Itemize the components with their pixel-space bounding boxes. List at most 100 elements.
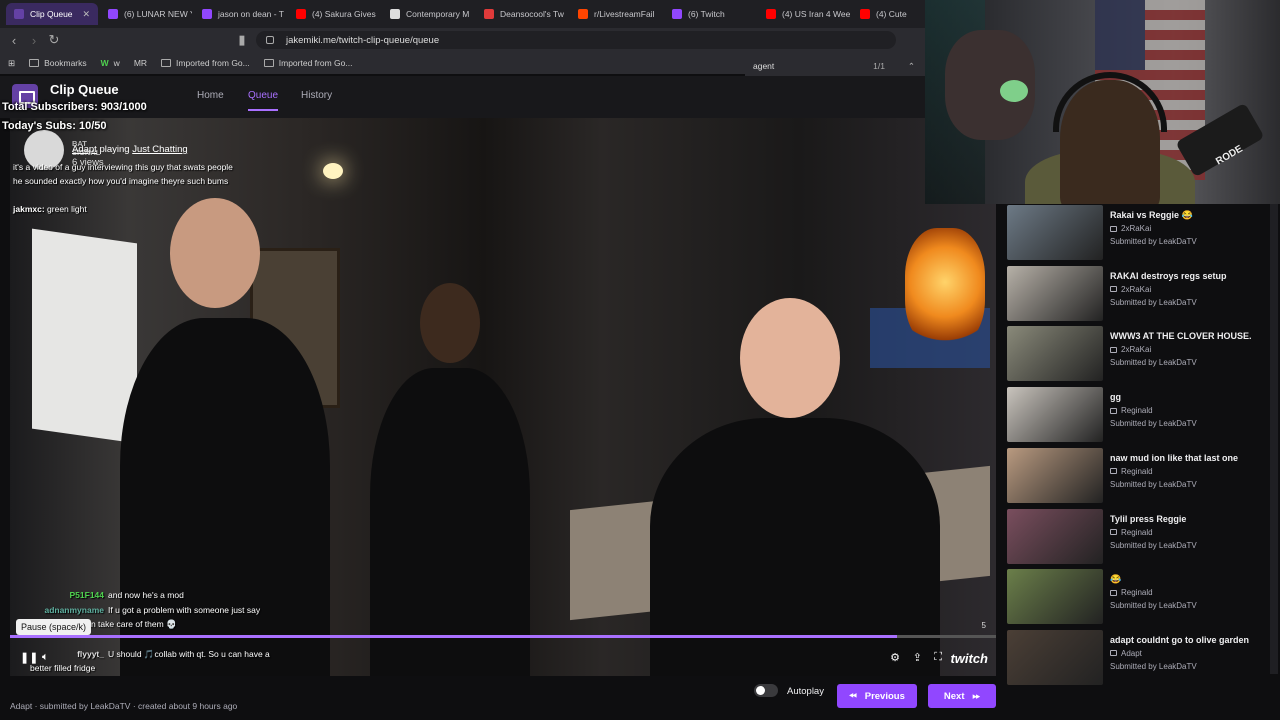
browser-tab[interactable]: (4) Sakura Gives [288,3,380,25]
queue-channel: 2xRaKai [1110,224,1151,233]
fast-forward-icon: ⏩︎ [972,690,981,702]
channel-icon [1110,225,1117,232]
browser-tab[interactable]: (4) Cute [852,3,925,25]
nav-queue[interactable]: Queue [248,90,279,111]
browser-tab[interactable]: jason on dean - T [194,3,286,25]
find-bar[interactable]: agent 1/1 ⌃ [745,56,925,76]
chat-message: it's a video of a guy interviewing this … [13,162,233,186]
browser-tab[interactable]: (6) LUNAR NEW Y [100,3,192,25]
chat-username: flyyyt_ [77,649,104,659]
queue-thumbnail[interactable] [1007,447,1103,503]
bookmark-bookmarks[interactable]: Bookmarks [29,58,87,68]
browser-tab[interactable]: r/LivestreamFail [570,3,662,25]
settings-icon[interactable]: ⚙ [890,651,900,664]
queue-thumbnail[interactable] [1007,326,1103,382]
queue-item[interactable]: Rakai vs Reggie 😂 2xRaKai Submitted by Lea… [1007,204,1269,262]
chat-username: adnanmyname [44,605,104,615]
queue-thumbnail[interactable] [1007,629,1103,685]
bookmark-imported-1[interactable]: Imported from Go... [161,58,250,68]
queue-channel-name: Reginald [1121,588,1153,598]
queue-item[interactable]: adapt couldnt go to olive garden Adapt Sub… [1007,629,1269,687]
site-info-icon[interactable] [266,36,274,44]
tab-favicon-icon [860,9,870,19]
nav-home[interactable]: Home [197,90,224,101]
browser-tab[interactable]: Contemporary M [382,3,474,25]
queue-thumbnail[interactable] [1007,387,1103,443]
queue-thumbnail[interactable] [1007,265,1103,321]
chat-message: P51F144 and now he's a mod [30,588,270,602]
queue-submitted-by: Submitted by LeakDaTV [1110,297,1197,307]
webcam-feed: RODE [925,0,1280,204]
tab-favicon-icon [296,9,306,19]
reload-icon[interactable]: ↻ [44,32,64,48]
queue-thumbnail[interactable] [1007,569,1103,625]
clip-created-info: Adapt · submitted by LeakDaTV · created … [10,701,238,711]
queue-title: adapt couldnt go to olive garden [1110,634,1250,645]
autoplay-toggle[interactable] [754,684,778,697]
pause-tooltip: Pause (space/k) [16,619,92,635]
queue-channel: 2xRaKai [1110,345,1151,354]
browser-tab[interactable]: Clip Queue ✕ [6,3,98,25]
queue-channel: Reginald [1110,588,1153,597]
next-button[interactable]: Next ⏩︎ [928,684,996,708]
queue-item[interactable]: RAKAI destroys regs setup 2xRaKai Submitte… [1007,265,1269,323]
tab-label: r/LivestreamFail [594,9,655,19]
clip-category[interactable]: Just Chatting [132,144,187,155]
queue-channel-name: 2xRaKai [1121,345,1152,355]
fullscreen-icon[interactable]: ⛶ [934,651,942,664]
tab-favicon-icon [390,9,400,19]
bookmark-mr[interactable]: MR [134,58,147,68]
browser-toolbar: ‹ › ↻ ▮ jakemiki.me/twitch-clip-queue/qu… [0,28,925,52]
queue-title: gg [1110,392,1121,403]
find-query[interactable]: agent [753,61,774,71]
queue-item[interactable]: WWW3 AT THE CLOVER HOUSE. 2xRaKai Submitte… [1007,325,1269,383]
share-icon[interactable]: ⇪ [913,651,922,664]
queue-channel-name: Reginald [1121,406,1153,416]
queue-submitted-by: Submitted by LeakDaTV [1110,661,1197,671]
tab-label: (4) Cute [876,9,907,19]
queue-item[interactable]: Tylil press Reggie Reginald Submitted by L… [1007,508,1269,566]
tab-label: (4) Sakura Gives [312,9,376,19]
find-prev-icon[interactable]: ⌃ [908,61,915,72]
queue-title: RAKAI destroys regs setup [1110,270,1227,281]
queue-submitted-by: Submitted by LeakDaTV [1110,237,1197,246]
nav-history[interactable]: History [301,90,332,101]
tab-label: jason on dean - T [218,9,284,19]
queue-channel-name: 2xRaKai [1121,284,1152,294]
channel-icon [1110,407,1117,414]
address-bar[interactable]: jakemiki.me/twitch-clip-queue/queue [256,31,896,49]
apps-icon[interactable]: ⊞ [8,58,15,69]
close-tab-icon[interactable]: ✕ [82,9,90,20]
queue-title: Rakai vs Reggie 😂 [1110,210,1193,220]
bookmark-imported-2[interactable]: Imported from Go... [263,58,352,68]
queue-item[interactable]: 😂 Reginald Submitted by LeakDaTV [1007,568,1269,626]
chat-text: and now he's a mod [108,590,184,600]
queue-submitted-by: Submitted by LeakDaTV [1110,419,1197,429]
autoplay-label: Autoplay [787,686,824,697]
channel-icon [1110,286,1117,293]
queue-title: naw mud ion like that last one [1110,452,1239,463]
bookmark-icon[interactable]: ▮ [232,32,252,48]
browser-tab[interactable]: Deansocool's Tw [476,3,568,25]
channel-icon [1110,529,1117,535]
queue-submitted-by: Submitted by LeakDaTV [1110,540,1197,550]
tab-label: Contemporary M [406,9,470,19]
queue-scrollbar[interactable] [1270,204,1278,674]
forward-icon[interactable]: › [24,33,44,48]
chat-message: jakmxc: green light [13,204,87,214]
folder-icon [263,59,274,67]
video-progress-bar[interactable] [10,635,996,638]
queue-item[interactable]: gg Reginald Submitted by LeakDaTV [1007,386,1269,444]
browser-tab[interactable]: (4) US Iran 4 Wee [758,3,850,25]
twitch-watermark[interactable]: twitch [950,651,988,666]
queue-thumbnail[interactable] [1007,205,1103,260]
queue-thumbnail[interactable] [1007,508,1103,564]
channel-icon [1110,346,1117,353]
back-icon[interactable]: ‹ [4,33,24,48]
clip-queue-list: Rakai vs Reggie 😂 2xRaKai Submitted by Lea… [1000,204,1270,694]
queue-item[interactable]: naw mud ion like that last one Reginald Su… [1007,447,1269,505]
clip-submitter[interactable]: Adapt [72,144,97,155]
bookmark-w[interactable]: Ww [101,58,120,68]
browser-tab[interactable]: (6) Twitch [664,3,756,25]
previous-button[interactable]: ⏪︎ Previous [837,684,917,708]
